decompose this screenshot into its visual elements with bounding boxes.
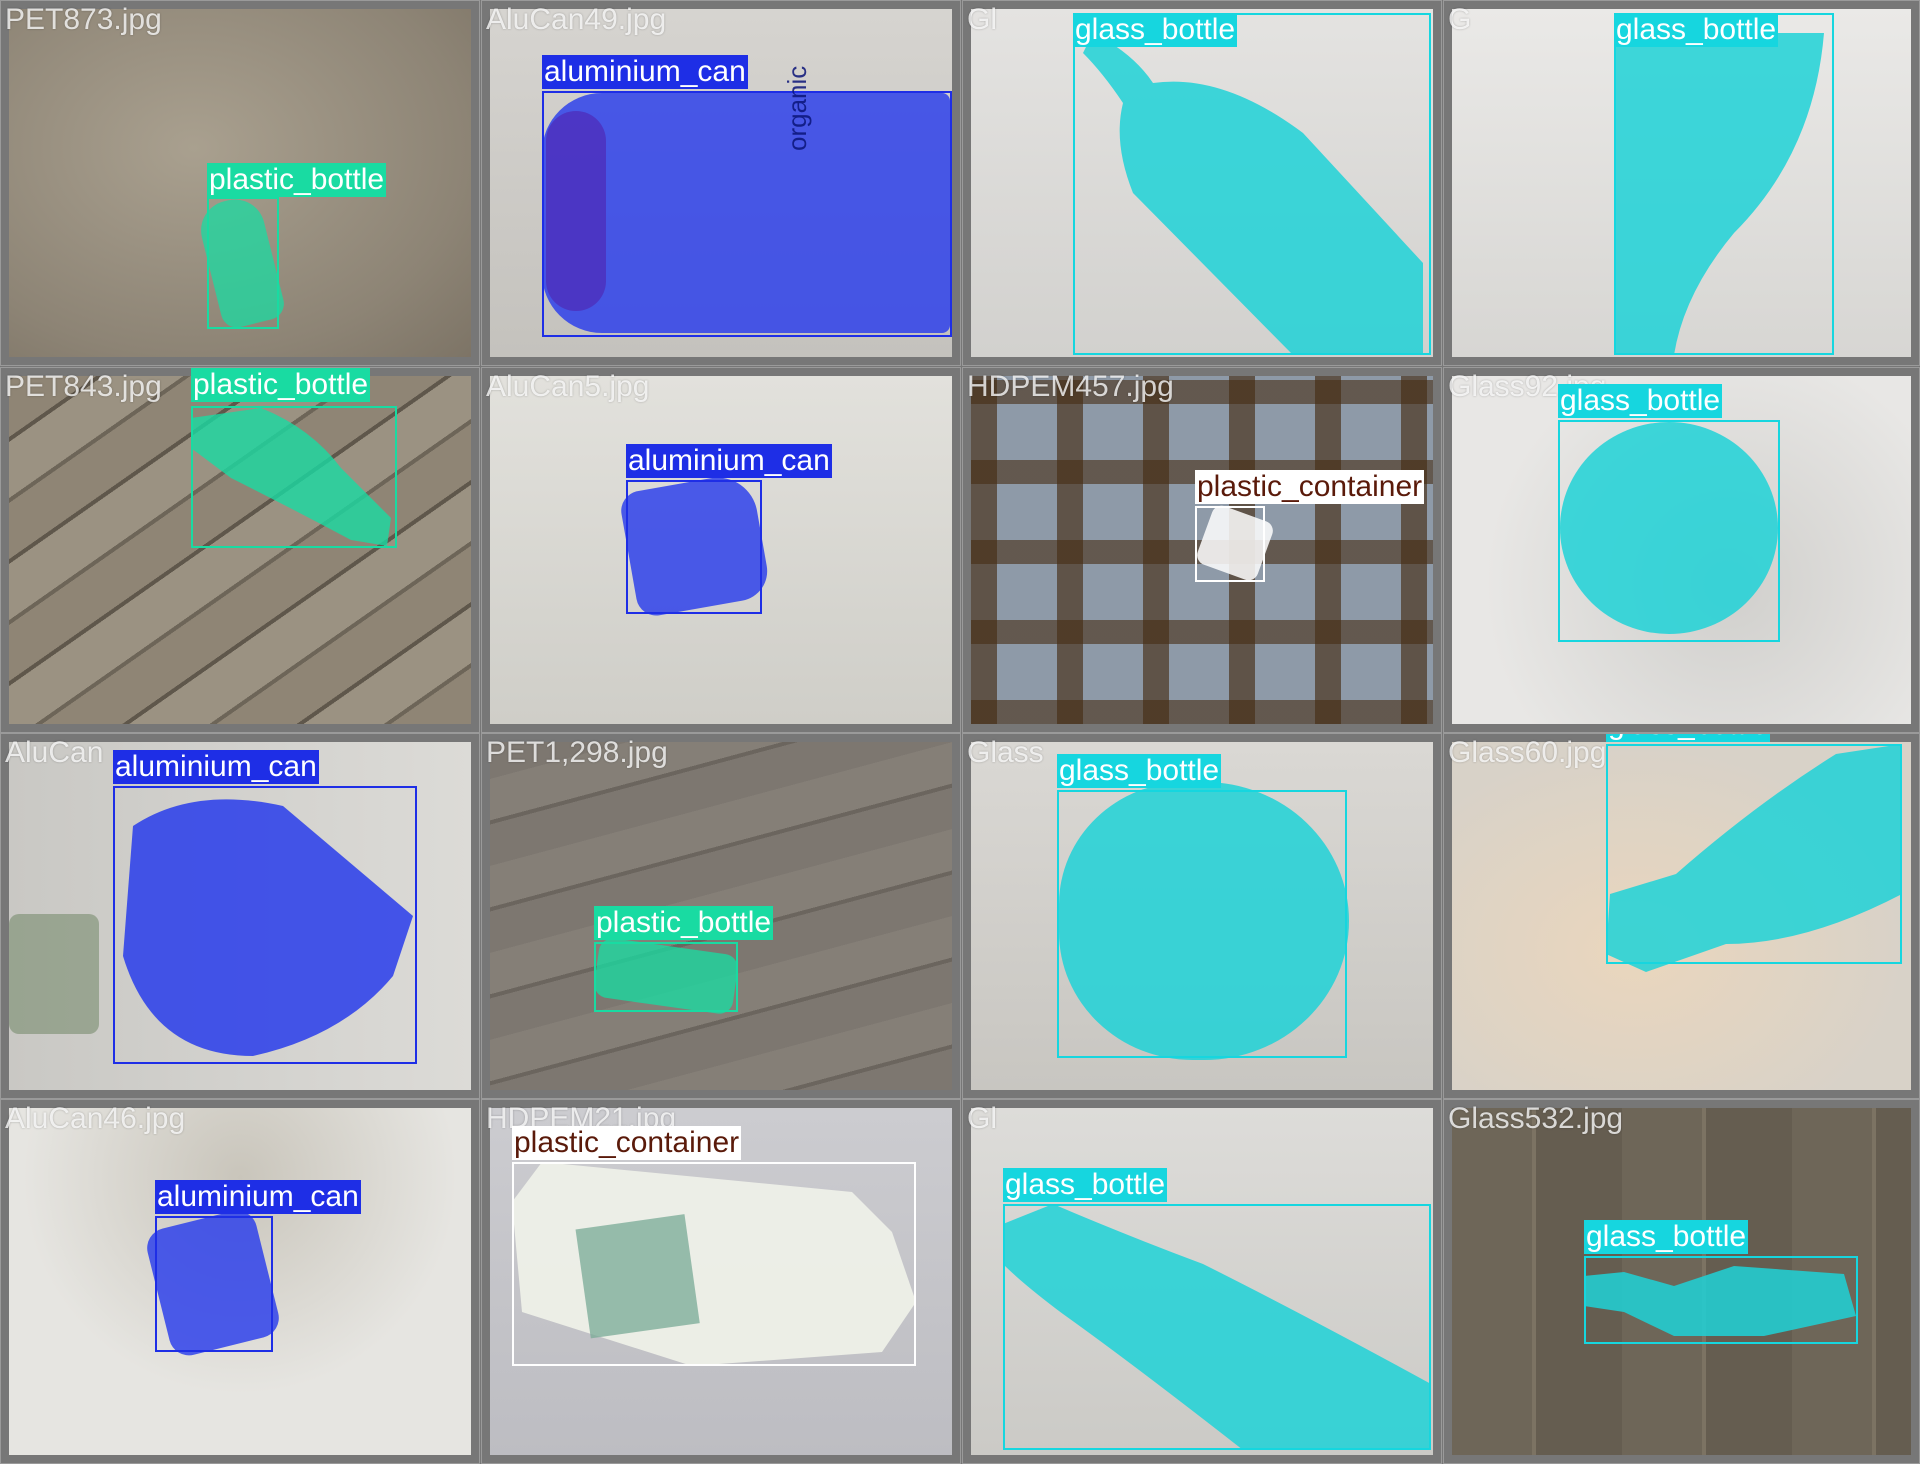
image-filename: Gl: [967, 1102, 997, 1135]
image-filename: G: [1448, 3, 1472, 36]
image-filename: PET1,298.jpg: [486, 736, 668, 769]
image-filename: AluCan49.jpg: [486, 3, 667, 36]
tile-glass-b: glass_bottle G: [1443, 0, 1920, 366]
tile-pet843: plastic_bottle PET843.jpg: [0, 367, 480, 733]
class-label: aluminium_can: [626, 444, 832, 478]
bounding-box: [1073, 13, 1431, 355]
bounding-box: [542, 91, 952, 337]
image-filename: HDPEM457.jpg: [967, 370, 1174, 403]
class-label: glass_bottle: [1614, 13, 1779, 47]
class-label: glass_bottle: [1558, 384, 1723, 418]
image-filename: Glass532.jpg: [1448, 1102, 1624, 1135]
tile-glass-d: glass_bottle Gl: [962, 1099, 1442, 1464]
bounding-box: [191, 406, 397, 548]
tile-alucan46: aluminium_can AluCan46.jpg: [0, 1099, 480, 1464]
bounding-box: [155, 1216, 273, 1352]
bounding-box: [1584, 1256, 1858, 1344]
class-label: glass_bottle: [1003, 1168, 1168, 1202]
class-label: plastic_bottle: [207, 163, 387, 197]
class-label: plastic_container: [1195, 470, 1425, 504]
detection-mosaic: plastic_bottle PET873.jpg organic coconu…: [0, 0, 1920, 1464]
class-label: aluminium_can: [542, 55, 748, 89]
class-label: plastic_bottle: [191, 368, 371, 402]
bounding-box: [207, 197, 279, 329]
bounding-box: [1606, 744, 1902, 964]
image-filename: Gl: [967, 3, 997, 36]
tile-alucan5: aluminium_can AluCan5.jpg: [481, 367, 961, 733]
bounding-box: [1614, 13, 1834, 355]
class-label: aluminium_can: [155, 1180, 361, 1214]
tile-hdpem457: plastic_container HDPEM457.jpg: [962, 367, 1442, 733]
class-label: glass_bottle: [1057, 754, 1222, 788]
bounding-box: [594, 942, 738, 1012]
class-label: glass_bottle: [1606, 734, 1771, 742]
image-filename: AluCan: [5, 736, 104, 769]
bounding-box: [113, 786, 417, 1064]
bounding-box: [1003, 1204, 1431, 1450]
class-label: glass_bottle: [1073, 13, 1238, 47]
image-filename: Glass: [967, 736, 1044, 769]
bounding-box: [1558, 420, 1780, 642]
tile-alucan-c: aluminium_can AluCan: [0, 733, 480, 1099]
can-text-line: organic: [782, 65, 812, 151]
image-filename: PET843.jpg: [5, 370, 162, 403]
class-label: aluminium_can: [113, 750, 319, 784]
image-filename: AluCan5.jpg: [486, 370, 650, 403]
image-filename: Glass60.jpg: [1448, 736, 1607, 769]
tile-pet873: plastic_bottle PET873.jpg: [0, 0, 480, 366]
tile-glass532: glass_bottle Glass532.jpg: [1443, 1099, 1920, 1464]
tile-hdpem21: plastic_container HDPEM21.jpg: [481, 1099, 961, 1464]
bounding-box: [1057, 790, 1347, 1058]
tile-pet1298: plastic_bottle PET1,298.jpg: [481, 733, 961, 1099]
tile-glass92: glass_bottle Glass92.jpg: [1443, 367, 1920, 733]
tile-alucan49: organic coconut water aluminium_can AluC…: [481, 0, 961, 366]
bounding-box: [512, 1162, 916, 1366]
class-label: plastic_container: [512, 1126, 742, 1160]
class-label: plastic_bottle: [594, 906, 774, 940]
tile-glass-c: glass_bottle Glass: [962, 733, 1442, 1099]
bounding-box: [626, 480, 762, 614]
tile-glass60: glass_bottle Glass60.jpg: [1443, 733, 1920, 1099]
tile-glass-a: glass_bottle Gl: [962, 0, 1442, 366]
image-filename: PET873.jpg: [5, 3, 162, 36]
can-print-text: organic: [782, 11, 812, 151]
background-bottle: [9, 914, 99, 1034]
class-label: glass_bottle: [1584, 1220, 1749, 1254]
image-filename: AluCan46.jpg: [5, 1102, 186, 1135]
bounding-box: [1195, 506, 1265, 582]
